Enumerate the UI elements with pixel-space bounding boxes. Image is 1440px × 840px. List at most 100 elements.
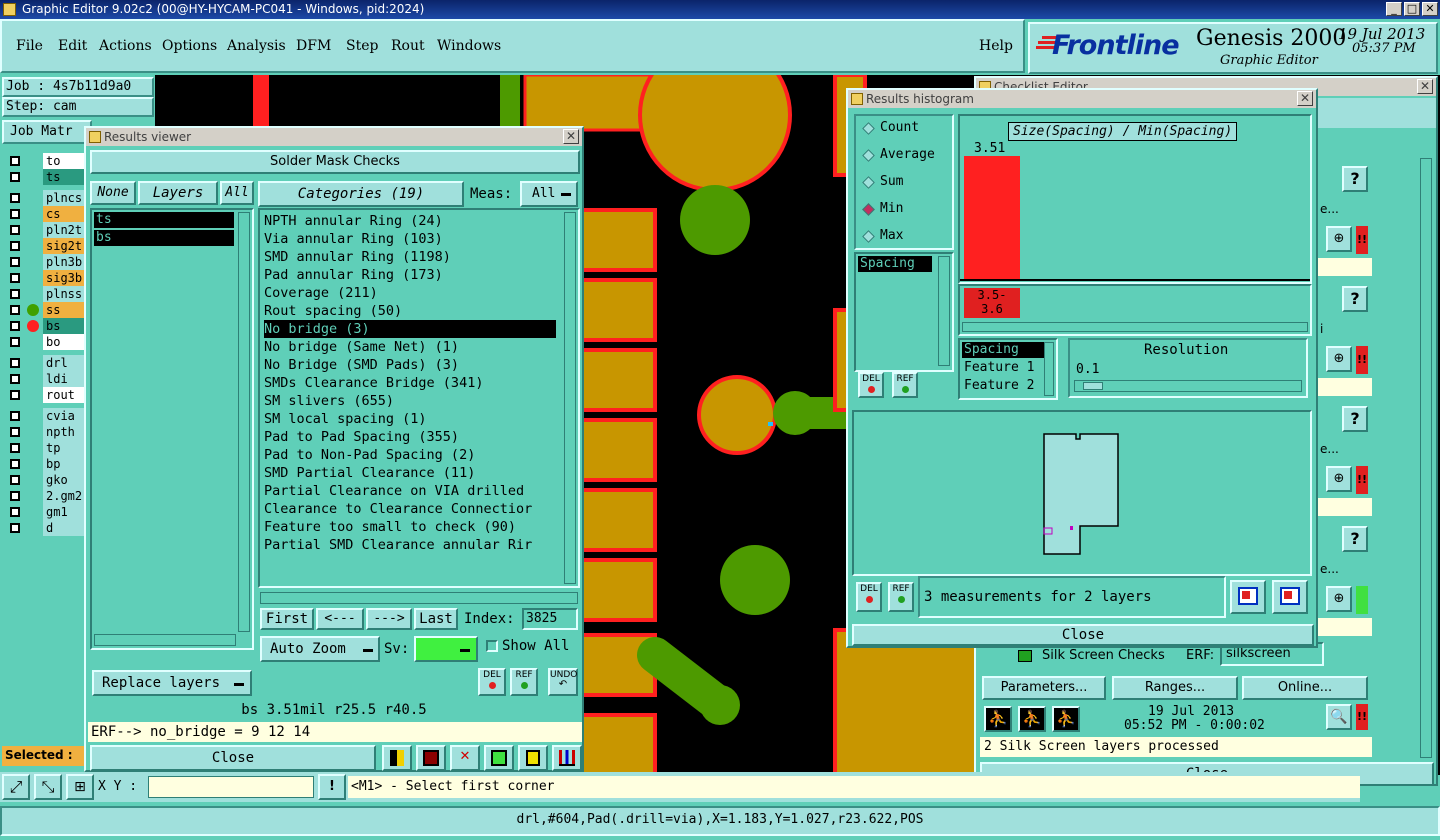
tool-icon-6[interactable]	[552, 745, 582, 771]
first-button[interactable]: First	[260, 608, 314, 630]
results-viewer-close-button[interactable]: Close	[90, 745, 376, 771]
layer-checkbox[interactable]	[10, 193, 20, 203]
list-item[interactable]: Feature 1	[962, 360, 1034, 376]
layer-row-cs[interactable]: cs	[7, 206, 87, 222]
zoom-result-icon[interactable]: ⊕	[1326, 586, 1352, 612]
tool-icon-1[interactable]	[382, 745, 412, 771]
list-item[interactable]: Spacing	[858, 256, 932, 272]
layer-checkbox[interactable]	[10, 321, 20, 331]
layer-checkbox[interactable]	[10, 374, 20, 384]
zoom-check-icon[interactable]: 🔍	[1326, 704, 1352, 730]
tool-icon-2[interactable]	[416, 745, 446, 771]
close-window-button[interactable]: ✕	[1422, 2, 1438, 16]
meas-dropdown[interactable]: All	[520, 181, 578, 207]
layer-row-d[interactable]: d	[7, 520, 87, 536]
menu-file[interactable]: File	[16, 38, 43, 54]
minimize-button[interactable]: _	[1386, 2, 1402, 16]
layer-checkbox[interactable]	[10, 172, 20, 182]
checklist-close-icon[interactable]: ✕	[1417, 79, 1433, 94]
layer-list-hscrollbar[interactable]	[94, 634, 236, 646]
category-item[interactable]: Pad to Pad Spacing (355)	[264, 428, 459, 446]
layer-row-gm1[interactable]: gm1	[7, 504, 87, 520]
category-item[interactable]: SM local spacing (1)	[264, 410, 427, 428]
layer-checkbox[interactable]	[10, 390, 20, 400]
layer-checkbox[interactable]	[10, 507, 20, 517]
del-button[interactable]: DEL	[478, 668, 506, 696]
layer-checkbox[interactable]	[10, 241, 20, 251]
list-item[interactable]: ts	[94, 212, 234, 228]
layer-checkbox[interactable]	[10, 491, 20, 501]
bins-hscrollbar[interactable]	[962, 322, 1308, 332]
histogram-close-icon[interactable]: ✕	[1297, 91, 1313, 106]
layer-row-ts[interactable]: ts	[7, 169, 87, 185]
help-question-icon[interactable]: ?	[1342, 526, 1368, 552]
zoom-area-tool-icon[interactable]: ⤡	[34, 774, 62, 800]
category-item[interactable]: Via annular Ring (103)	[264, 230, 443, 248]
category-item[interactable]: SMDs Clearance Bridge (341)	[264, 374, 483, 392]
layer-row-sig3b[interactable]: sig3b	[7, 270, 87, 286]
run-icon-2[interactable]: ⛹	[1018, 706, 1046, 732]
severity-dropdown[interactable]	[414, 636, 478, 662]
help-question-icon[interactable]: ?	[1342, 286, 1368, 312]
help-question-icon[interactable]: ?	[1342, 406, 1368, 432]
field-list[interactable]: Spacing Feature 1 Feature 2	[958, 338, 1058, 400]
menu-analysis[interactable]: Analysis	[227, 38, 286, 54]
layer-row-bo[interactable]: bo	[7, 334, 87, 350]
layer-row-2-gm2[interactable]: 2.gm2	[7, 488, 87, 504]
layer-select-list[interactable]: ts bs	[90, 208, 254, 650]
list-item[interactable]: Feature 2	[962, 378, 1034, 394]
layer-checkbox[interactable]	[10, 156, 20, 166]
solder-mask-checks-button[interactable]: Solder Mask Checks	[90, 150, 580, 174]
layer-checkbox[interactable]	[10, 209, 20, 219]
layer-row-bs[interactable]: bs	[7, 318, 87, 334]
list-item[interactable]: bs	[94, 230, 234, 246]
category-item[interactable]: Pad to Non-Pad Spacing (2)	[264, 446, 475, 464]
menu-windows[interactable]: Windows	[437, 38, 501, 54]
run-icon-1[interactable]: ⛹	[984, 706, 1012, 732]
categories-list[interactable]: NPTH annular Ring (24) Via annular Ring (…	[258, 208, 580, 588]
categories-button[interactable]: Categories (19)	[258, 181, 464, 207]
layer-row-drl[interactable]: drl	[7, 355, 87, 371]
menu-help[interactable]: Help	[979, 38, 1013, 54]
layer-checkbox[interactable]	[10, 225, 20, 235]
category-item[interactable]: SMD annular Ring (1198)	[264, 248, 451, 266]
tool-icon-3[interactable]: ✕	[450, 745, 480, 771]
help-question-icon[interactable]: ?	[1342, 166, 1368, 192]
preview-del-button[interactable]: DEL	[856, 582, 882, 612]
ref-button[interactable]: REF	[510, 668, 538, 696]
field-list-scrollbar[interactable]	[1044, 342, 1054, 396]
category-item[interactable]: No Bridge (SMD Pads) (3)	[264, 356, 459, 374]
category-item[interactable]: SM slivers (655)	[264, 392, 394, 410]
zoom-result-icon[interactable]: ⊕	[1326, 226, 1352, 252]
layer-checkbox[interactable]	[10, 358, 20, 368]
layer-row-to[interactable]: to	[7, 153, 87, 169]
export-icon-2[interactable]	[1272, 580, 1308, 614]
parameters-button[interactable]: Parameters...	[982, 676, 1106, 700]
categories-scrollbar[interactable]	[564, 212, 576, 584]
layer-checkbox[interactable]	[10, 257, 20, 267]
category-item[interactable]: SMD Partial Clearance (11)	[264, 464, 475, 482]
slider-thumb[interactable]	[1083, 382, 1103, 390]
ranges-button[interactable]: Ranges...	[1112, 676, 1238, 700]
zoom-result-icon[interactable]: ⊕	[1326, 466, 1352, 492]
next-button[interactable]: --->	[366, 608, 412, 630]
hist-del-button[interactable]: DEL	[858, 372, 884, 398]
job-matrix-button[interactable]: Job Matr	[2, 120, 92, 144]
histogram-bar[interactable]	[964, 156, 1020, 280]
all-button[interactable]: All	[220, 181, 254, 205]
zoom-in-tool-icon[interactable]: ⤢	[2, 774, 30, 800]
category-item[interactable]: Rout spacing (50)	[264, 302, 402, 320]
layer-list-scrollbar[interactable]	[238, 212, 250, 632]
menu-dfm[interactable]: DFM	[296, 38, 331, 54]
category-item[interactable]: Pad annular Ring (173)	[264, 266, 443, 284]
layer-row-npth[interactable]: npth	[7, 424, 87, 440]
export-icon-1[interactable]	[1230, 580, 1266, 614]
categories-hscrollbar[interactable]	[260, 592, 578, 604]
layer-checkbox[interactable]	[10, 459, 20, 469]
category-item[interactable]: Coverage (211)	[264, 284, 378, 302]
layer-row-cvia[interactable]: cvia	[7, 408, 87, 424]
layer-row-pln2t[interactable]: pln2t	[7, 222, 87, 238]
layer-row-ss[interactable]: ss	[7, 302, 87, 318]
show-all-checkbox[interactable]	[486, 640, 498, 652]
layer-row-plncs[interactable]: plncs	[7, 190, 87, 206]
